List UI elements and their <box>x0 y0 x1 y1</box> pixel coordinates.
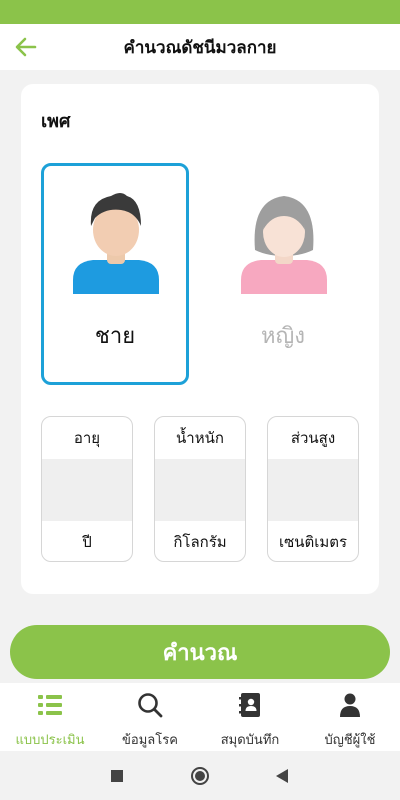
contact-book-icon <box>239 693 260 717</box>
bottom-navigation: แบบประเมิน ข้อมูลโรค สมุดบันทึก บัญชีผู้… <box>0 683 400 751</box>
system-navigation-bar <box>0 751 400 800</box>
bmi-form-card: เพศ ชาย หญิง อายุ ปี น้ำหนัก กิโลกรัม ส่… <box>21 84 379 594</box>
height-unit: เซนติเมตร <box>278 533 348 551</box>
height-field-box: ส่วนสูง เซนติเมตร <box>267 416 359 562</box>
male-avatar-icon <box>73 193 159 294</box>
age-label: อายุ <box>73 429 101 447</box>
nav-label-disease: ข้อมูลโรค <box>122 733 178 748</box>
gender-option-male[interactable]: ชาย <box>41 163 189 385</box>
gender-male-label: ชาย <box>94 324 136 349</box>
app-bar: คำนวณดัชนีมวลกาย <box>0 24 400 70</box>
nav-label-notebook: สมุดบันทึก <box>220 733 280 748</box>
home-button[interactable] <box>189 765 211 787</box>
nav-item-notebook[interactable]: สมุดบันทึก <box>200 683 300 751</box>
gender-option-female[interactable]: หญิง <box>209 163 357 385</box>
age-unit: ปี <box>82 533 92 551</box>
height-input[interactable] <box>268 459 358 521</box>
gender-female-label: หญิง <box>261 324 305 349</box>
status-bar <box>0 0 400 24</box>
back-triangle-icon <box>276 769 288 783</box>
recents-button[interactable] <box>106 765 128 787</box>
nav-label-account: บัญชีผู้ใช้ <box>324 733 376 748</box>
search-icon <box>138 693 163 718</box>
nav-label-assessment: แบบประเมิน <box>15 733 85 748</box>
person-icon <box>340 693 360 717</box>
nav-item-disease[interactable]: ข้อมูลโรค <box>100 683 200 751</box>
weight-label: น้ำหนัก <box>176 429 224 447</box>
height-label: ส่วนสูง <box>290 429 336 447</box>
page-title: คำนวณดัชนีมวลกาย <box>123 37 277 58</box>
weight-field-box: น้ำหนัก กิโลกรัม <box>154 416 246 562</box>
home-circle-icon <box>191 767 209 785</box>
weight-unit: กิโลกรัม <box>173 533 227 551</box>
nav-item-account[interactable]: บัญชีผู้ใช้ <box>300 683 400 751</box>
female-avatar-icon <box>241 196 327 294</box>
weight-input[interactable] <box>155 459 245 521</box>
recents-square-icon <box>111 770 123 782</box>
gender-section-label: เพศ <box>41 111 71 132</box>
list-icon <box>38 695 62 715</box>
arrow-back-icon <box>15 37 37 57</box>
back-button[interactable] <box>10 32 42 62</box>
calculate-button[interactable]: คำนวณ <box>10 625 390 679</box>
age-field-box: อายุ ปี <box>41 416 133 562</box>
system-back-button[interactable] <box>271 765 293 787</box>
age-input[interactable] <box>42 459 132 521</box>
nav-item-assessment[interactable]: แบบประเมิน <box>0 683 100 751</box>
